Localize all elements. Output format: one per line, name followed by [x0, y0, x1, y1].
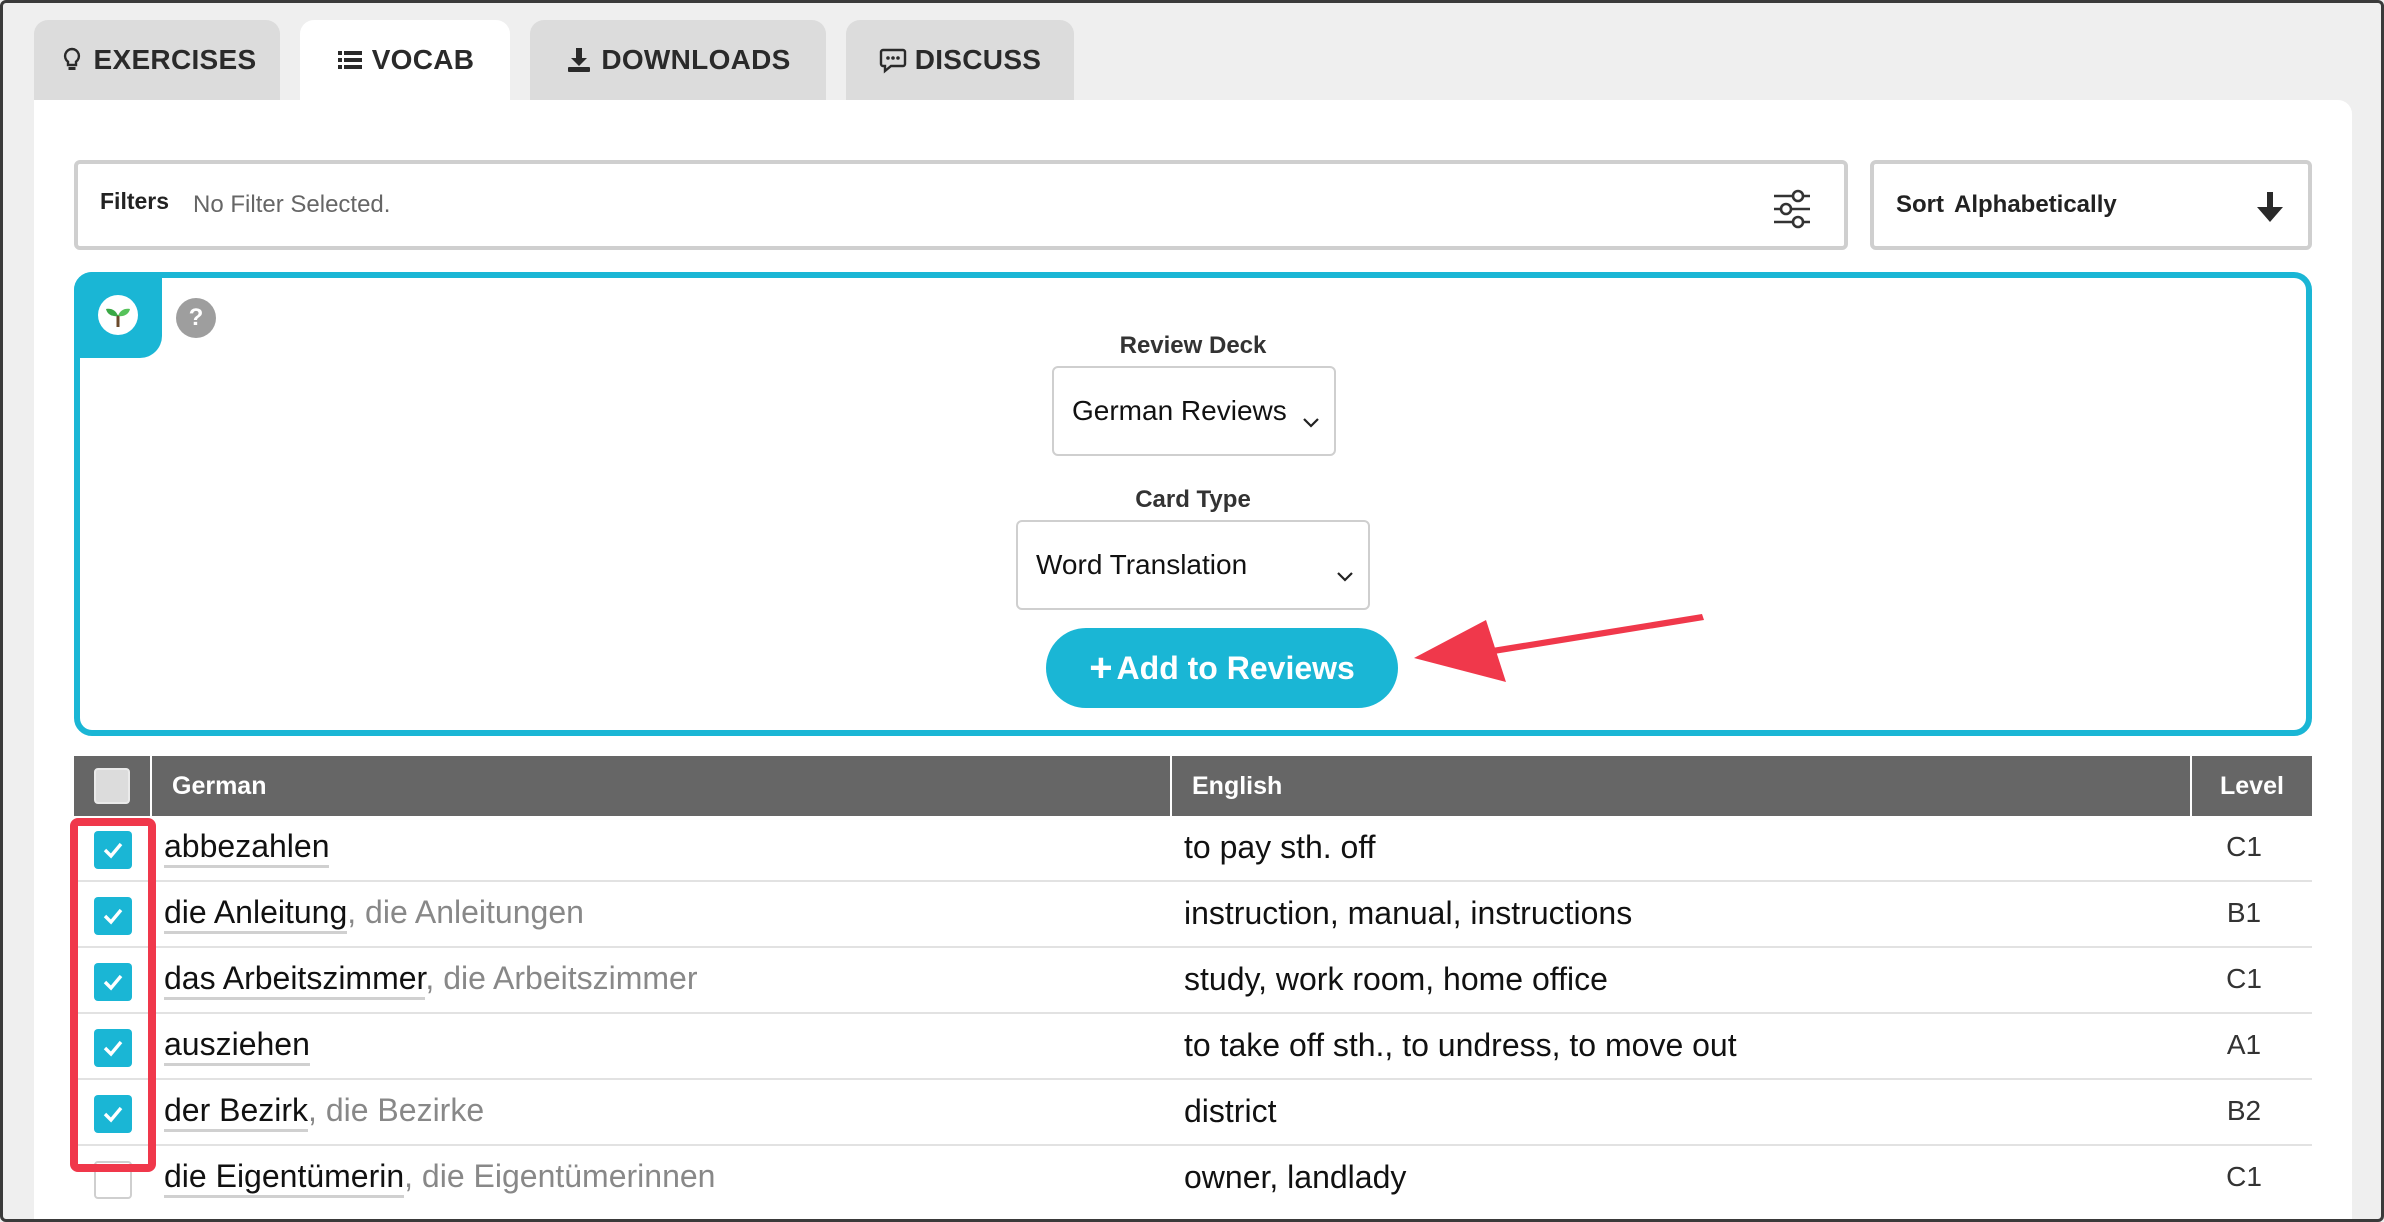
card-type-value: Word Translation: [1036, 549, 1248, 580]
add-to-reviews-button[interactable]: + Add to Reviews: [1046, 628, 1398, 708]
german-word[interactable]: die Anleitung: [164, 894, 348, 934]
german-plural: , die Eigentümerinnen: [404, 1158, 716, 1194]
arrow-down-icon: [2254, 190, 2286, 224]
level-cell: C1: [2226, 831, 2262, 862]
english-cell: district: [1184, 1093, 1277, 1129]
table-row: die Eigentümerin, die Eigentümerinnen ow…: [74, 1146, 2312, 1212]
vocab-panel: Filters No Filter Selected. Sort Alphabe…: [34, 100, 2352, 1222]
column-level[interactable]: Level: [2190, 756, 2312, 816]
lightbulb-icon: [58, 46, 86, 74]
level-cell: B1: [2226, 897, 2262, 928]
check-icon: [103, 1106, 123, 1123]
english-cell: owner, landlady: [1184, 1159, 1407, 1195]
table-row: abbezahlen to pay sth. off C1: [74, 816, 2312, 882]
table-row: die Anleitung, die Anleitungen instructi…: [74, 882, 2312, 948]
add-to-reviews-label: Add to Reviews: [1116, 649, 1355, 686]
tab-downloads-label: DOWNLOADS: [601, 44, 791, 75]
sort-value: Alphabetically: [1954, 191, 2117, 218]
tab-discuss[interactable]: DISCUSS: [846, 20, 1074, 100]
chat-icon: [879, 46, 907, 74]
english-cell: to take off sth., to undress, to move ou…: [1184, 1027, 1737, 1063]
level-cell: B2: [2226, 1095, 2262, 1126]
level-cell: C1: [2226, 963, 2262, 994]
chevron-down-icon: [1302, 404, 1320, 428]
table-row: das Arbeitszimmer, die Arbeitszimmer stu…: [74, 948, 2312, 1014]
german-plural: , die Anleitungen: [347, 894, 584, 930]
filter-settings-icon[interactable]: [1772, 188, 1812, 230]
tab-discuss-label: DISCUSS: [914, 44, 1042, 75]
german-word[interactable]: das Arbeitszimmer: [164, 960, 426, 1000]
german-cell: der Bezirk, die Bezirke: [164, 1092, 485, 1132]
check-icon: [103, 1040, 123, 1057]
table-row: der Bezirk, die Bezirke district B2: [74, 1080, 2312, 1146]
german-word[interactable]: ausziehen: [164, 1026, 310, 1066]
english-cell: instruction, manual, instructions: [1184, 895, 1633, 931]
german-cell: die Anleitung, die Anleitungen: [164, 894, 584, 934]
sort-dropdown[interactable]: Sort Alphabetically: [1870, 160, 2312, 250]
german-plural: , die Bezirke: [308, 1092, 485, 1128]
table-row: ausziehen to take off sth., to undress, …: [74, 1014, 2312, 1080]
review-deck-label: Review Deck: [1119, 332, 1267, 359]
filters-value: No Filter Selected.: [193, 191, 391, 218]
plus-icon: +: [1089, 646, 1113, 690]
german-cell: ausziehen: [164, 1026, 310, 1066]
check-icon: [103, 974, 123, 991]
chevron-down-icon: [1336, 558, 1354, 582]
check-icon: [103, 842, 123, 859]
row-checkbox[interactable]: [94, 963, 132, 1001]
german-plural: , die Arbeitszimmer: [425, 960, 698, 996]
list-icon: [336, 46, 364, 74]
tab-vocab-label: VOCAB: [371, 44, 475, 75]
english-cell: to pay sth. off: [1184, 829, 1376, 865]
select-all-checkbox[interactable]: [94, 768, 130, 804]
german-word[interactable]: der Bezirk: [164, 1092, 309, 1132]
review-deck-select[interactable]: German Reviews: [1052, 366, 1336, 456]
row-checkbox[interactable]: [94, 831, 132, 869]
row-checkbox[interactable]: [94, 1095, 132, 1133]
tab-exercises-label: EXERCISES: [93, 44, 257, 75]
english-cell: study, work room, home office: [1184, 961, 1608, 997]
tab-vocab[interactable]: VOCAB: [300, 20, 510, 100]
table-body: abbezahlen to pay sth. off C1 die Anleit…: [74, 816, 2312, 1212]
tab-downloads[interactable]: DOWNLOADS: [530, 20, 826, 100]
german-cell: die Eigentümerin, die Eigentümerinnen: [164, 1158, 716, 1198]
german-word[interactable]: abbezahlen: [164, 828, 330, 868]
row-checkbox[interactable]: [94, 1029, 132, 1067]
table-header: German English Level: [74, 756, 2312, 816]
annotation-arrow: [1414, 614, 1704, 682]
german-word[interactable]: die Eigentümerin: [164, 1158, 405, 1198]
check-icon: [103, 908, 123, 925]
level-cell: A1: [2226, 1029, 2262, 1060]
review-deck-value: German Reviews: [1072, 395, 1287, 426]
card-type-label: Card Type: [1135, 486, 1251, 513]
german-cell: abbezahlen: [164, 828, 330, 868]
row-checkbox[interactable]: [94, 897, 132, 935]
column-english[interactable]: English: [1170, 756, 2190, 816]
download-icon: [565, 46, 593, 74]
filters-bar[interactable]: Filters No Filter Selected.: [74, 160, 1848, 250]
column-german[interactable]: German: [150, 756, 1170, 816]
row-checkbox[interactable]: [94, 1161, 132, 1199]
german-cell: das Arbeitszimmer, die Arbeitszimmer: [164, 960, 698, 1000]
card-type-select[interactable]: Word Translation: [1016, 520, 1370, 610]
sort-label: Sort: [1896, 191, 1944, 218]
tab-exercises[interactable]: EXERCISES: [34, 20, 280, 100]
filters-label: Filters: [100, 187, 170, 214]
level-cell: C1: [2226, 1161, 2262, 1192]
sprout-icon: [98, 295, 138, 335]
vocab-table: German English Level abbezahlen to pay s…: [74, 756, 2312, 1212]
